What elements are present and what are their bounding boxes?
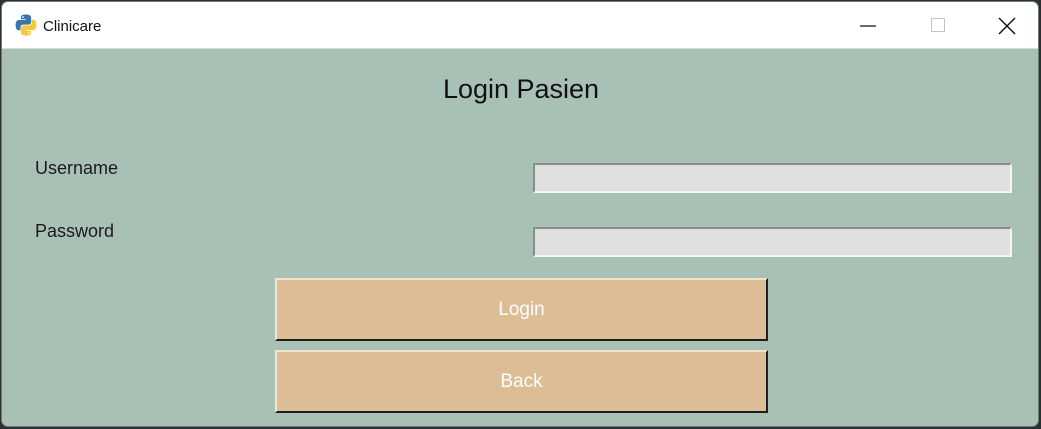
maximize-button[interactable] xyxy=(903,2,973,48)
back-button[interactable]: Back xyxy=(275,350,768,413)
window-title: Clinicare xyxy=(43,18,102,35)
title-bar[interactable]: Clinicare xyxy=(2,2,1038,49)
minimize-button[interactable] xyxy=(833,2,903,48)
close-button[interactable] xyxy=(971,2,1038,48)
minimize-icon xyxy=(860,25,876,27)
close-icon xyxy=(998,17,1016,35)
python-logo-icon xyxy=(14,13,38,37)
app-window: Clinicare Login Pasien Username Password… xyxy=(1,1,1039,427)
page-title: Login Pasien xyxy=(442,74,600,104)
login-button[interactable]: Login xyxy=(275,278,768,341)
password-label: Password xyxy=(35,221,115,241)
username-label: Username xyxy=(35,158,119,178)
maximize-icon xyxy=(931,18,945,32)
password-input[interactable] xyxy=(533,227,1012,257)
username-input[interactable] xyxy=(533,163,1012,193)
